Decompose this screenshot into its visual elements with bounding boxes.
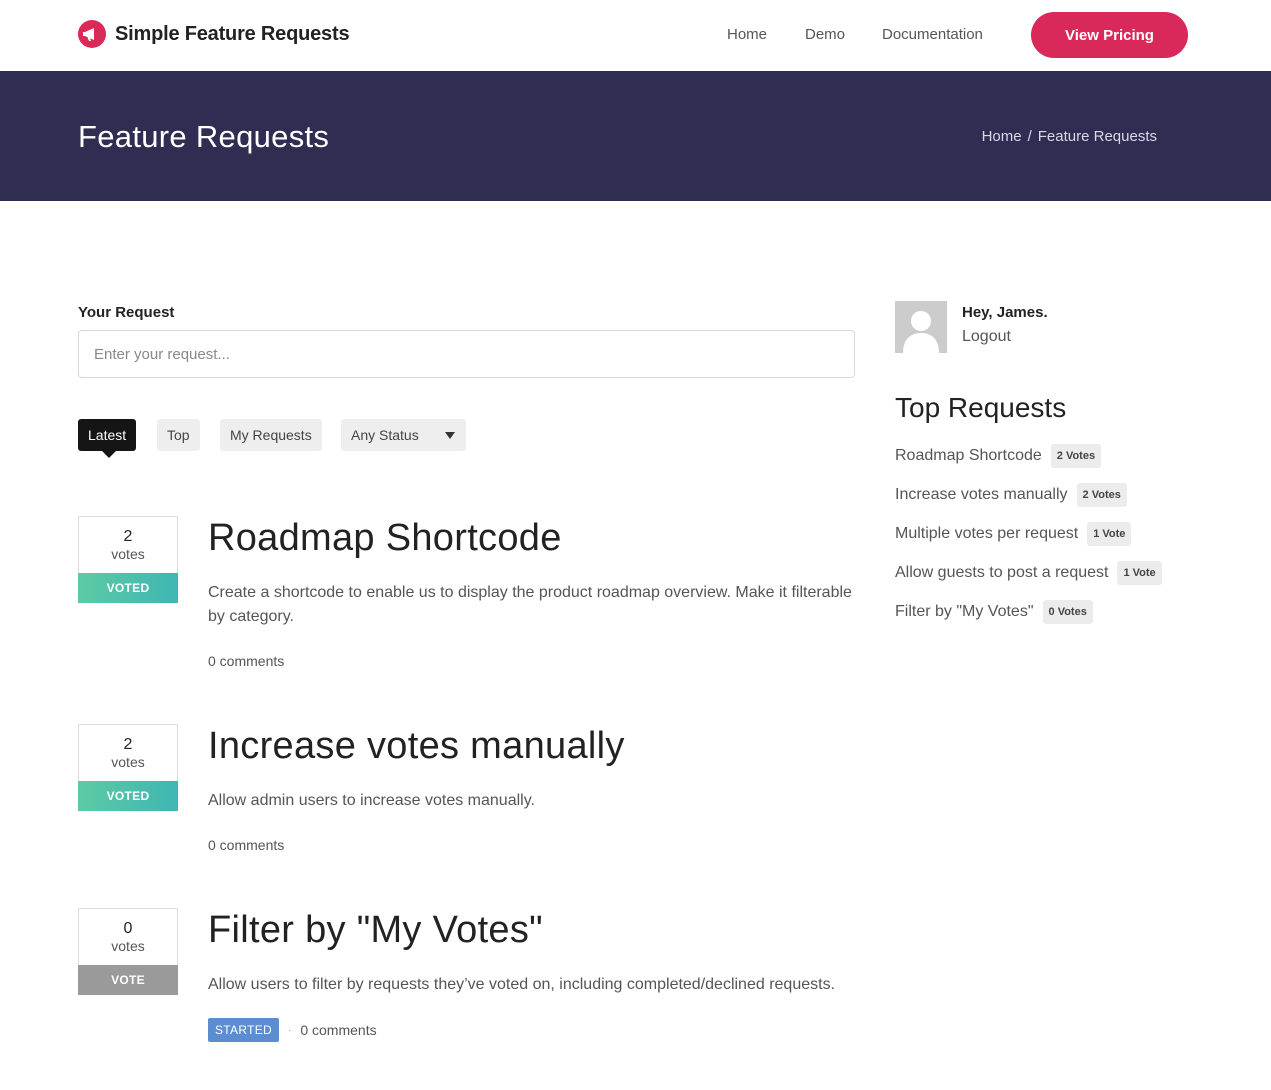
vote-count-badge: 2 Votes	[1076, 483, 1127, 507]
vote-count-badge: 1 Vote	[1117, 561, 1162, 585]
top-request-label: Allow guests to post a request	[895, 564, 1109, 581]
megaphone-icon	[78, 20, 106, 48]
filter-tab-latest[interactable]: Latest	[78, 419, 137, 458]
request-title-link[interactable]: Roadmap Shortcode	[208, 517, 562, 560]
vote-count: 2	[123, 528, 133, 545]
top-request-label: Filter by "My Votes"	[895, 603, 1034, 620]
top-request-label: Roadmap Shortcode	[895, 447, 1042, 464]
vote-count-badge: 0 Votes	[1042, 600, 1093, 624]
top-request-label: Increase votes manually	[895, 486, 1068, 503]
brand-logo[interactable]: Simple Feature Requests	[78, 20, 350, 48]
request-description: Allow admin users to increase votes manu…	[208, 792, 535, 809]
top-request-item[interactable]: Multiple votes per request 1 Vote	[895, 522, 1132, 546]
breadcrumb-current: Feature Requests	[1037, 128, 1157, 145]
top-navigation-bar: Simple Feature Requests Home Demo Docume…	[0, 0, 1271, 71]
logout-link[interactable]: Logout	[962, 328, 1011, 346]
page-banner: Feature Requests Home / Feature Requests	[0, 71, 1271, 201]
vote-count-badge: 2 Votes	[1050, 444, 1102, 468]
request-title-link[interactable]: Filter by "My Votes"	[208, 909, 543, 952]
request-meta: 0 comments	[208, 653, 284, 669]
status-select[interactable]: Any Status	[341, 419, 466, 451]
nav-documentation-link[interactable]: Documentation	[882, 26, 983, 43]
top-requests-heading: Top Requests	[895, 392, 1067, 423]
user-greeting: Hey, James.	[962, 304, 1048, 321]
top-request-label: Multiple votes per request	[895, 525, 1079, 542]
vote-box: 0 votes VOTE	[78, 908, 178, 995]
vote-count-label: votes	[111, 546, 145, 562]
brand-name: Simple Feature Requests	[115, 22, 350, 45]
chevron-down-icon	[444, 431, 455, 439]
user-avatar-icon	[895, 301, 947, 353]
request-description: Allow users to filter by requests they’v…	[208, 976, 836, 993]
request-meta: 0 comments	[208, 837, 284, 853]
vote-count-label: votes	[111, 938, 145, 954]
page-title: Feature Requests	[78, 119, 330, 154]
meta-separator: ·	[288, 1024, 292, 1036]
vote-box: 2 votes VOTED	[78, 516, 178, 603]
status-badge: STARTED	[208, 1018, 279, 1042]
nav-demo-link[interactable]: Demo	[805, 26, 845, 43]
vote-count: 2	[123, 736, 133, 753]
voted-button[interactable]: VOTED	[78, 573, 178, 603]
vote-button[interactable]: VOTE	[78, 965, 178, 995]
vote-count-badge: 1 Vote	[1087, 522, 1132, 546]
vote-count-label: votes	[111, 754, 145, 770]
filter-tab-my-requests[interactable]: My Requests	[220, 419, 322, 451]
breadcrumb-home-link[interactable]: Home	[982, 128, 1022, 145]
request-field-label: Your Request	[78, 304, 175, 321]
nav-home-link[interactable]: Home	[727, 26, 767, 43]
voted-button[interactable]: VOTED	[78, 781, 178, 811]
top-request-item[interactable]: Increase votes manually 2 Votes	[895, 483, 1127, 507]
top-request-item[interactable]: Roadmap Shortcode 2 Votes	[895, 444, 1102, 468]
vote-count: 0	[123, 920, 133, 937]
request-description: Create a shortcode to enable us to displ…	[208, 584, 852, 625]
filter-tab-top[interactable]: Top	[157, 419, 200, 451]
comments-link[interactable]: 0 comments	[208, 653, 284, 669]
status-select-value: Any Status	[351, 427, 419, 443]
request-input[interactable]	[78, 330, 855, 378]
breadcrumb-separator: /	[1027, 128, 1032, 145]
request-meta: STARTED · 0 comments	[208, 1018, 377, 1042]
view-pricing-button[interactable]: View Pricing	[1031, 12, 1188, 58]
vote-box: 2 votes VOTED	[78, 724, 178, 811]
top-request-item[interactable]: Allow guests to post a request 1 Vote	[895, 561, 1162, 585]
request-title-link[interactable]: Increase votes manually	[208, 725, 625, 768]
comments-link[interactable]: 0 comments	[300, 1022, 376, 1038]
breadcrumb: Home / Feature Requests	[982, 128, 1157, 145]
top-request-item[interactable]: Filter by "My Votes" 0 Votes	[895, 600, 1093, 624]
comments-link[interactable]: 0 comments	[208, 837, 284, 853]
